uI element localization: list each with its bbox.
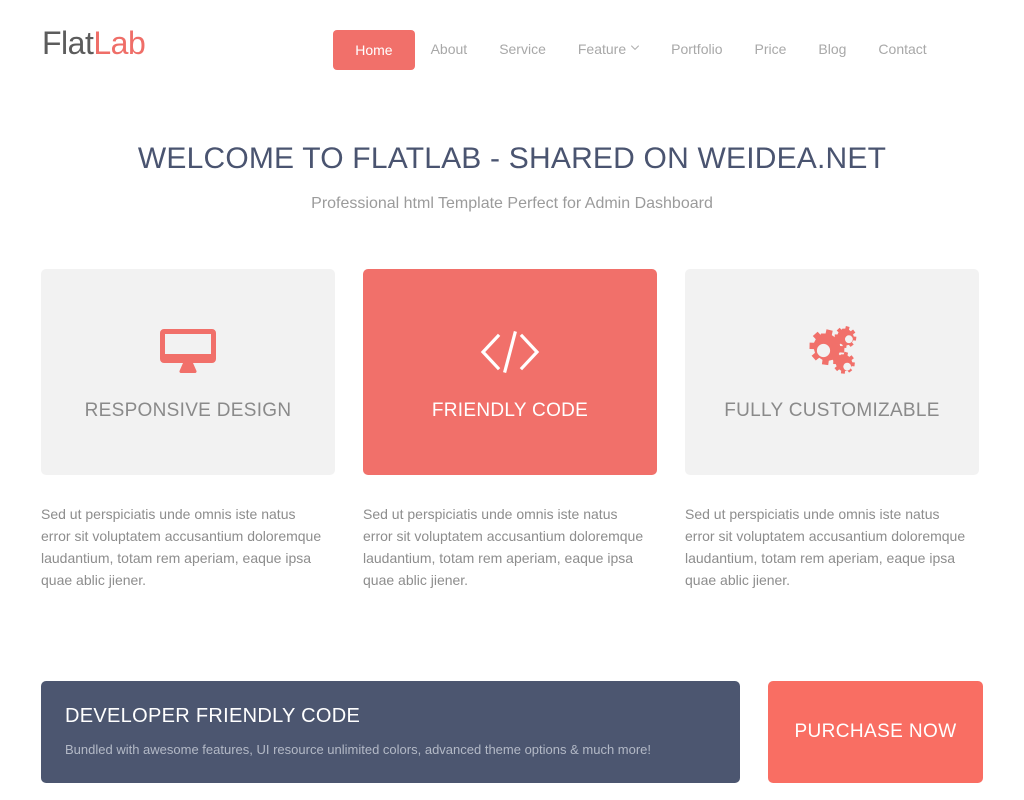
nav-label: Service	[499, 41, 546, 57]
nav-item-contact[interactable]: Contact	[862, 30, 942, 68]
call-to-action-section: DEVELOPER FRIENDLY CODE Bundled with awe…	[0, 681, 1024, 783]
chevron-down-icon	[631, 44, 640, 52]
feature-description: Sed ut perspiciatis unde omnis iste natu…	[41, 506, 322, 588]
feature-tile[interactable]: FULLY CUSTOMIZABLE	[685, 269, 979, 475]
nav-item-home[interactable]: Home	[333, 30, 415, 70]
desktop-monitor-icon	[159, 321, 217, 383]
nav-label: Price	[754, 41, 787, 57]
main-navigation: Home About Service Feature Portfolio Pri…	[333, 30, 942, 70]
nav-item-feature[interactable]: Feature	[562, 30, 655, 68]
feature-title: RESPONSIVE DESIGN	[84, 400, 292, 421]
site-logo[interactable]: FlatLab	[42, 25, 146, 61]
feature-card-fully-customizable: FULLY CUSTOMIZABLE Sed ut perspiciatis u…	[685, 269, 979, 591]
feature-description: Sed ut perspiciatis unde omnis iste natu…	[685, 506, 966, 588]
banner-subtitle: Bundled with awesome features, UI resour…	[65, 742, 652, 757]
purchase-now-button[interactable]: PURCHASE NOW	[768, 681, 983, 783]
page-title: WELCOME TO FLATLAB - SHARED ON WEIDEA.NE…	[137, 142, 887, 175]
nav-label: Home	[355, 42, 393, 58]
feature-tile[interactable]: FRIENDLY CODE	[363, 269, 657, 475]
feature-card-responsive-design: RESPONSIVE DESIGN Sed ut perspiciatis un…	[41, 269, 335, 591]
page-subtitle: Professional html Template Perfect for A…	[311, 195, 713, 212]
feature-cards: RESPONSIVE DESIGN Sed ut perspiciatis un…	[0, 269, 1024, 591]
feature-title: FULLY CUSTOMIZABLE	[724, 400, 940, 421]
logo-text-primary: Flat	[42, 25, 94, 61]
feature-card-friendly-code: FRIENDLY CODE Sed ut perspiciatis unde o…	[363, 269, 657, 591]
nav-item-about[interactable]: About	[415, 30, 484, 68]
feature-title: FRIENDLY CODE	[431, 400, 589, 421]
gears-icon	[801, 321, 863, 383]
nav-label: Blog	[818, 41, 847, 57]
code-brackets-icon	[479, 321, 541, 383]
nav-label: Contact	[878, 41, 927, 57]
nav-label: About	[430, 41, 468, 57]
site-header: FlatLab Home About Service Feature Portf…	[0, 0, 1024, 96]
nav-label: Feature	[577, 41, 627, 57]
nav-item-portfolio[interactable]: Portfolio	[655, 30, 738, 68]
nav-item-service[interactable]: Service	[483, 30, 562, 68]
developer-friendly-banner: DEVELOPER FRIENDLY CODE Bundled with awe…	[41, 681, 740, 783]
nav-item-price[interactable]: Price	[738, 30, 802, 68]
landing-page: FlatLab Home About Service Feature Portf…	[0, 0, 1024, 800]
nav-item-blog[interactable]: Blog	[802, 30, 862, 68]
nav-label: Portfolio	[671, 41, 723, 57]
hero-section: WELCOME TO FLATLAB - SHARED ON WEIDEA.NE…	[0, 96, 1024, 215]
logo-text-accent: Lab	[93, 25, 146, 61]
banner-title: DEVELOPER FRIENDLY CODE	[65, 705, 361, 727]
feature-description: Sed ut perspiciatis unde omnis iste natu…	[363, 506, 644, 588]
feature-tile[interactable]: RESPONSIVE DESIGN	[41, 269, 335, 475]
